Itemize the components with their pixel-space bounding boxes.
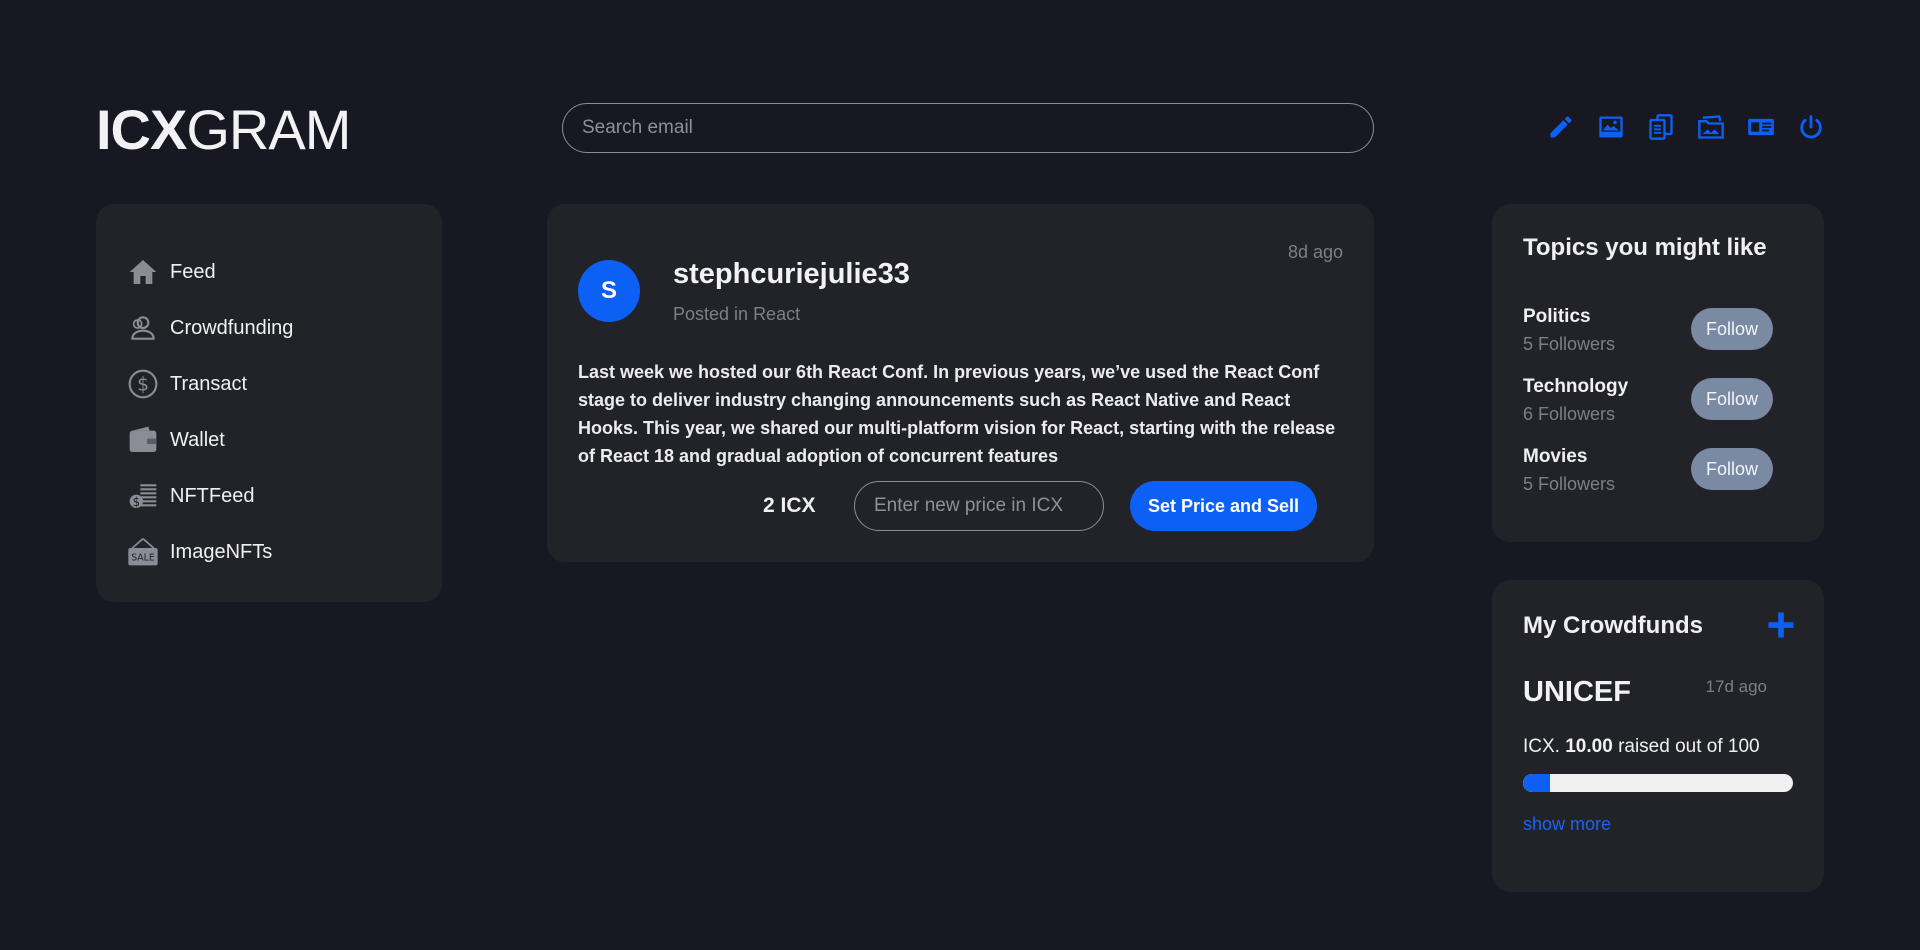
sidebar-item-label: ImageNFTs (170, 540, 273, 563)
post-card: S stephcuriejulie33 Posted in React 8d ag… (547, 204, 1374, 562)
logo-light-text: GRAM (186, 98, 351, 161)
sidebar-item-transact[interactable]: $ Transact (126, 356, 412, 412)
follow-button[interactable]: Follow (1691, 308, 1773, 350)
crowdfunds-card: My Crowdfunds UNICEF 17d ago ICX. 10.00 … (1492, 580, 1824, 892)
progress-fill (1523, 774, 1550, 792)
price-input[interactable] (854, 481, 1104, 531)
sidebar-item-nftfeed[interactable]: $ NFTFeed (126, 468, 412, 524)
topics-card: Topics you might like Politics 5 Followe… (1492, 204, 1824, 542)
svg-text:SALE: SALE (131, 553, 155, 564)
raised-amount: 10.00 (1565, 736, 1613, 757)
crowdfunds-title: My Crowdfunds (1523, 612, 1703, 639)
sidebar-item-label: NFTFeed (170, 484, 255, 507)
topic-item-movies: Movies 5 Followers Follow (1523, 446, 1793, 502)
follow-button[interactable]: Follow (1691, 378, 1773, 420)
follow-button[interactable]: Follow (1691, 448, 1773, 490)
sidebar-item-label: Wallet (170, 428, 225, 451)
search-input[interactable] (562, 103, 1374, 153)
crowdfund-timestamp: 17d ago (1705, 677, 1767, 696)
home-icon (126, 255, 160, 289)
post-topic-line: Posted in React (673, 304, 800, 325)
sidebar-item-crowdfunding[interactable]: Crowdfunding (126, 300, 412, 356)
post-topic[interactable]: React (753, 304, 800, 324)
nft-coins-icon: $ (126, 479, 160, 513)
dollar-circle-icon: $ (126, 367, 160, 401)
id-card-icon[interactable] (1744, 110, 1778, 144)
wallet-icon (126, 423, 160, 457)
topics-title: Topics you might like (1523, 234, 1767, 261)
sidebar-item-label: Transact (170, 372, 248, 395)
folder-image-icon[interactable] (1694, 110, 1728, 144)
plus-icon[interactable] (1766, 610, 1796, 640)
sidebar-item-imagenfts[interactable]: SALE ImageNFTs (126, 524, 412, 580)
crowdfund-progress-bar (1523, 774, 1793, 792)
sidebar-item-label: Crowdfunding (170, 316, 294, 339)
image-icon[interactable] (1594, 110, 1628, 144)
post-username[interactable]: stephcuriejulie33 (673, 258, 910, 291)
sidebar: Feed Crowdfunding $ Transact Wallet $ NF… (96, 204, 442, 602)
people-icon (126, 311, 160, 345)
nft-price: 2 ICX (763, 494, 816, 517)
crowdfund-raised: ICX. 10.00 raised out of 100 (1523, 736, 1760, 758)
sidebar-item-feed[interactable]: Feed (126, 244, 412, 300)
posted-in-label: Posted in (673, 304, 749, 324)
documents-icon[interactable] (1644, 110, 1678, 144)
post-timestamp: 8d ago (1287, 242, 1343, 262)
raised-suffix: raised out of 100 (1618, 736, 1760, 757)
topic-item-politics: Politics 5 Followers Follow (1523, 306, 1793, 362)
power-icon[interactable] (1794, 110, 1828, 144)
app-logo[interactable]: ICXGRAM (96, 98, 351, 162)
svg-text:$: $ (133, 495, 141, 509)
top-toolbar (1544, 110, 1844, 144)
sidebar-item-wallet[interactable]: Wallet (126, 412, 412, 468)
svg-text:$: $ (137, 375, 149, 396)
pencil-icon[interactable] (1544, 110, 1578, 144)
set-price-sell-button[interactable]: Set Price and Sell (1130, 481, 1317, 531)
show-more-link[interactable]: show more (1523, 814, 1611, 835)
raised-prefix: ICX. (1523, 736, 1560, 757)
sale-sign-icon: SALE (126, 535, 160, 569)
post-body: Last week we hosted our 6th React Conf. … (578, 362, 1336, 466)
avatar[interactable]: S (578, 260, 640, 322)
topic-item-technology: Technology 6 Followers Follow (1523, 376, 1793, 432)
logo-bold-text: ICX (96, 98, 187, 161)
crowdfund-name: UNICEF (1523, 676, 1631, 708)
sidebar-item-label: Feed (170, 260, 216, 283)
